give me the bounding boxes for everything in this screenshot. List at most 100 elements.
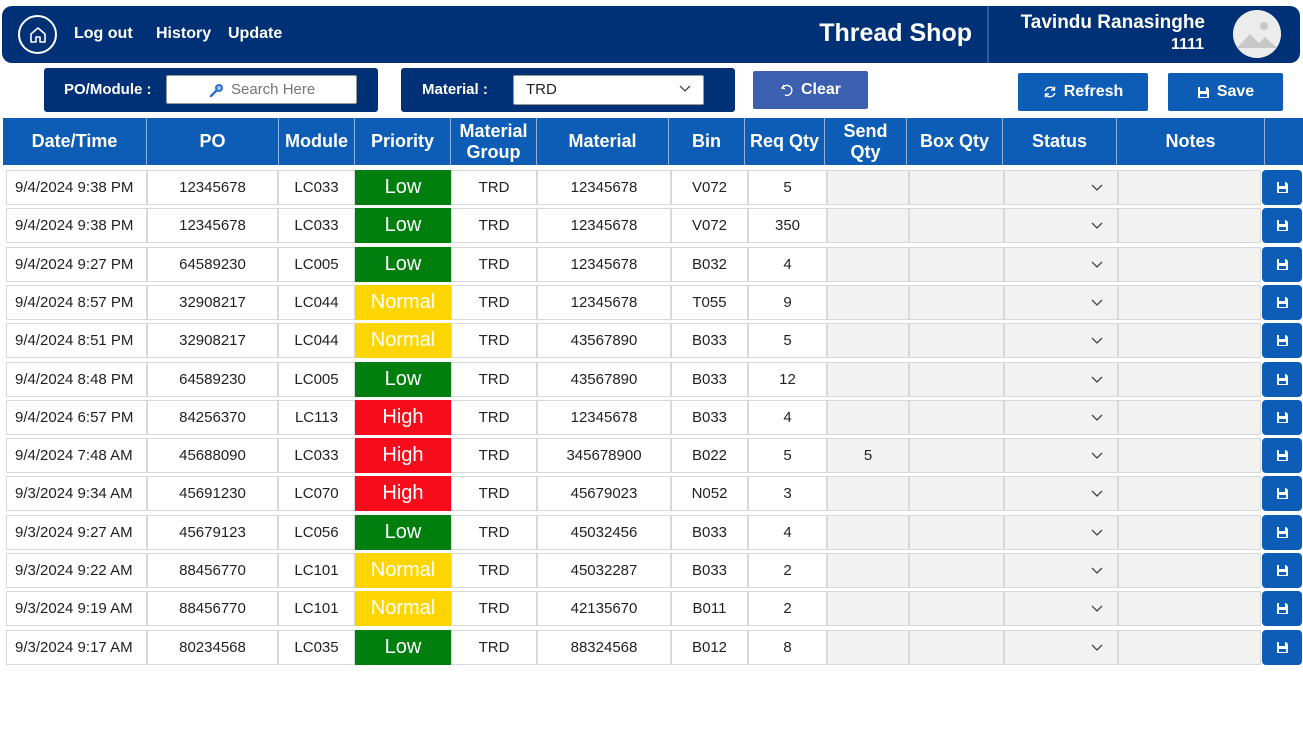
box-qty-input[interactable]	[909, 476, 1004, 512]
refresh-button[interactable]: Refresh	[1018, 73, 1148, 111]
row-save-button[interactable]	[1262, 170, 1302, 205]
col-header-status[interactable]: Status	[1003, 118, 1117, 165]
status-dropdown[interactable]	[1004, 399, 1118, 435]
logout-link[interactable]: Log out	[74, 25, 133, 43]
material-select[interactable]: TRD	[513, 75, 704, 105]
send-qty-input[interactable]	[827, 629, 909, 665]
col-header-datetime[interactable]: Date/Time	[3, 118, 147, 165]
send-qty-input[interactable]	[827, 476, 909, 512]
send-qty-input[interactable]: 5	[827, 438, 909, 474]
cell-material-group-text: TRD	[478, 179, 510, 196]
notes-input[interactable]	[1118, 476, 1261, 512]
avatar[interactable]	[1233, 10, 1281, 58]
send-qty-input[interactable]	[827, 361, 909, 397]
notes-input[interactable]	[1118, 323, 1261, 359]
cell-datetime: 9/4/2024 9:38 PM	[6, 208, 147, 244]
notes-input[interactable]	[1118, 361, 1261, 397]
cell-priority-text: Normal	[370, 597, 436, 620]
send-qty-input[interactable]	[827, 591, 909, 627]
notes-input[interactable]	[1118, 246, 1261, 282]
row-save-button[interactable]	[1262, 361, 1302, 397]
box-qty-input[interactable]	[909, 246, 1004, 282]
notes-input[interactable]	[1118, 553, 1261, 588]
status-dropdown[interactable]	[1004, 514, 1118, 550]
notes-input[interactable]	[1118, 438, 1261, 474]
cell-material: 12345678	[537, 399, 671, 435]
status-dropdown[interactable]	[1004, 361, 1118, 397]
row-save-button[interactable]	[1262, 399, 1302, 435]
status-dropdown[interactable]	[1004, 629, 1118, 665]
box-qty-input[interactable]	[909, 553, 1004, 588]
notes-input[interactable]	[1118, 629, 1261, 665]
cell-material-text: 45679023	[570, 485, 638, 503]
history-link[interactable]: History	[156, 25, 211, 43]
status-dropdown[interactable]	[1004, 438, 1118, 474]
col-header-po[interactable]: PO	[147, 118, 279, 165]
status-dropdown[interactable]	[1004, 246, 1118, 282]
col-header-bin[interactable]: Bin	[669, 118, 745, 165]
notes-input[interactable]	[1118, 514, 1261, 550]
status-dropdown[interactable]	[1004, 170, 1118, 205]
box-qty-input[interactable]	[909, 591, 1004, 627]
home-button[interactable]	[18, 15, 57, 54]
send-qty-input[interactable]	[827, 284, 909, 320]
row-save-button[interactable]	[1262, 438, 1302, 474]
row-save-button[interactable]	[1262, 476, 1302, 512]
notes-input[interactable]	[1118, 591, 1261, 627]
cell-material-group-text: TRD	[478, 485, 510, 503]
box-qty-input[interactable]	[909, 629, 1004, 665]
send-qty-input[interactable]	[827, 246, 909, 282]
save-icon	[1276, 182, 1288, 193]
send-qty-input[interactable]	[827, 514, 909, 550]
save-icon	[1276, 411, 1288, 423]
cell-module-text: LC056	[294, 523, 339, 541]
row-save-button[interactable]	[1262, 323, 1302, 359]
box-qty-input[interactable]	[909, 361, 1004, 397]
send-qty-input[interactable]	[827, 208, 909, 244]
col-header-box-qty[interactable]: Box Qty	[907, 118, 1003, 165]
update-link[interactable]: Update	[228, 25, 282, 43]
send-qty-input[interactable]	[827, 170, 909, 205]
col-header-req-qty[interactable]: Req Qty	[745, 118, 825, 165]
send-qty-input[interactable]	[827, 553, 909, 588]
notes-input[interactable]	[1118, 170, 1261, 205]
col-header-priority[interactable]: Priority	[355, 118, 451, 165]
search-input[interactable]	[166, 75, 357, 104]
box-qty-input[interactable]	[909, 514, 1004, 550]
box-qty-input[interactable]	[909, 284, 1004, 320]
cell-bin: N052	[671, 476, 748, 512]
row-save-button[interactable]	[1262, 514, 1302, 550]
row-save-button[interactable]	[1262, 208, 1302, 244]
notes-input[interactable]	[1118, 399, 1261, 435]
cell-material: 42135670	[537, 591, 671, 627]
col-header-notes[interactable]: Notes	[1117, 118, 1265, 165]
send-qty-input[interactable]	[827, 399, 909, 435]
status-dropdown[interactable]	[1004, 591, 1118, 627]
row-save-button[interactable]	[1262, 591, 1302, 627]
status-dropdown[interactable]	[1004, 323, 1118, 359]
row-save-button[interactable]	[1262, 629, 1302, 665]
send-qty-input-text: 5	[863, 447, 873, 465]
row-save-button[interactable]	[1262, 246, 1302, 282]
notes-input[interactable]	[1118, 208, 1261, 244]
box-qty-input[interactable]	[909, 438, 1004, 474]
clear-button[interactable]: Clear	[753, 71, 868, 109]
notes-input[interactable]	[1118, 284, 1261, 320]
box-qty-input[interactable]	[909, 399, 1004, 435]
row-save-button[interactable]	[1262, 553, 1302, 588]
box-qty-input[interactable]	[909, 323, 1004, 359]
col-header-material-group[interactable]: Material Group	[451, 118, 537, 165]
col-header-module[interactable]: Module	[279, 118, 355, 165]
save-button[interactable]: Save	[1168, 73, 1283, 111]
status-dropdown[interactable]	[1004, 208, 1118, 244]
col-header-send-qty[interactable]: Send Qty	[825, 118, 907, 165]
box-qty-input[interactable]	[909, 208, 1004, 244]
status-dropdown[interactable]	[1004, 476, 1118, 512]
status-dropdown[interactable]	[1004, 284, 1118, 320]
send-qty-input[interactable]	[827, 323, 909, 359]
col-header-material[interactable]: Material	[537, 118, 669, 165]
status-dropdown[interactable]	[1004, 553, 1118, 588]
cell-bin: B032	[671, 246, 748, 282]
row-save-button[interactable]	[1262, 284, 1302, 320]
box-qty-input[interactable]	[909, 170, 1004, 205]
